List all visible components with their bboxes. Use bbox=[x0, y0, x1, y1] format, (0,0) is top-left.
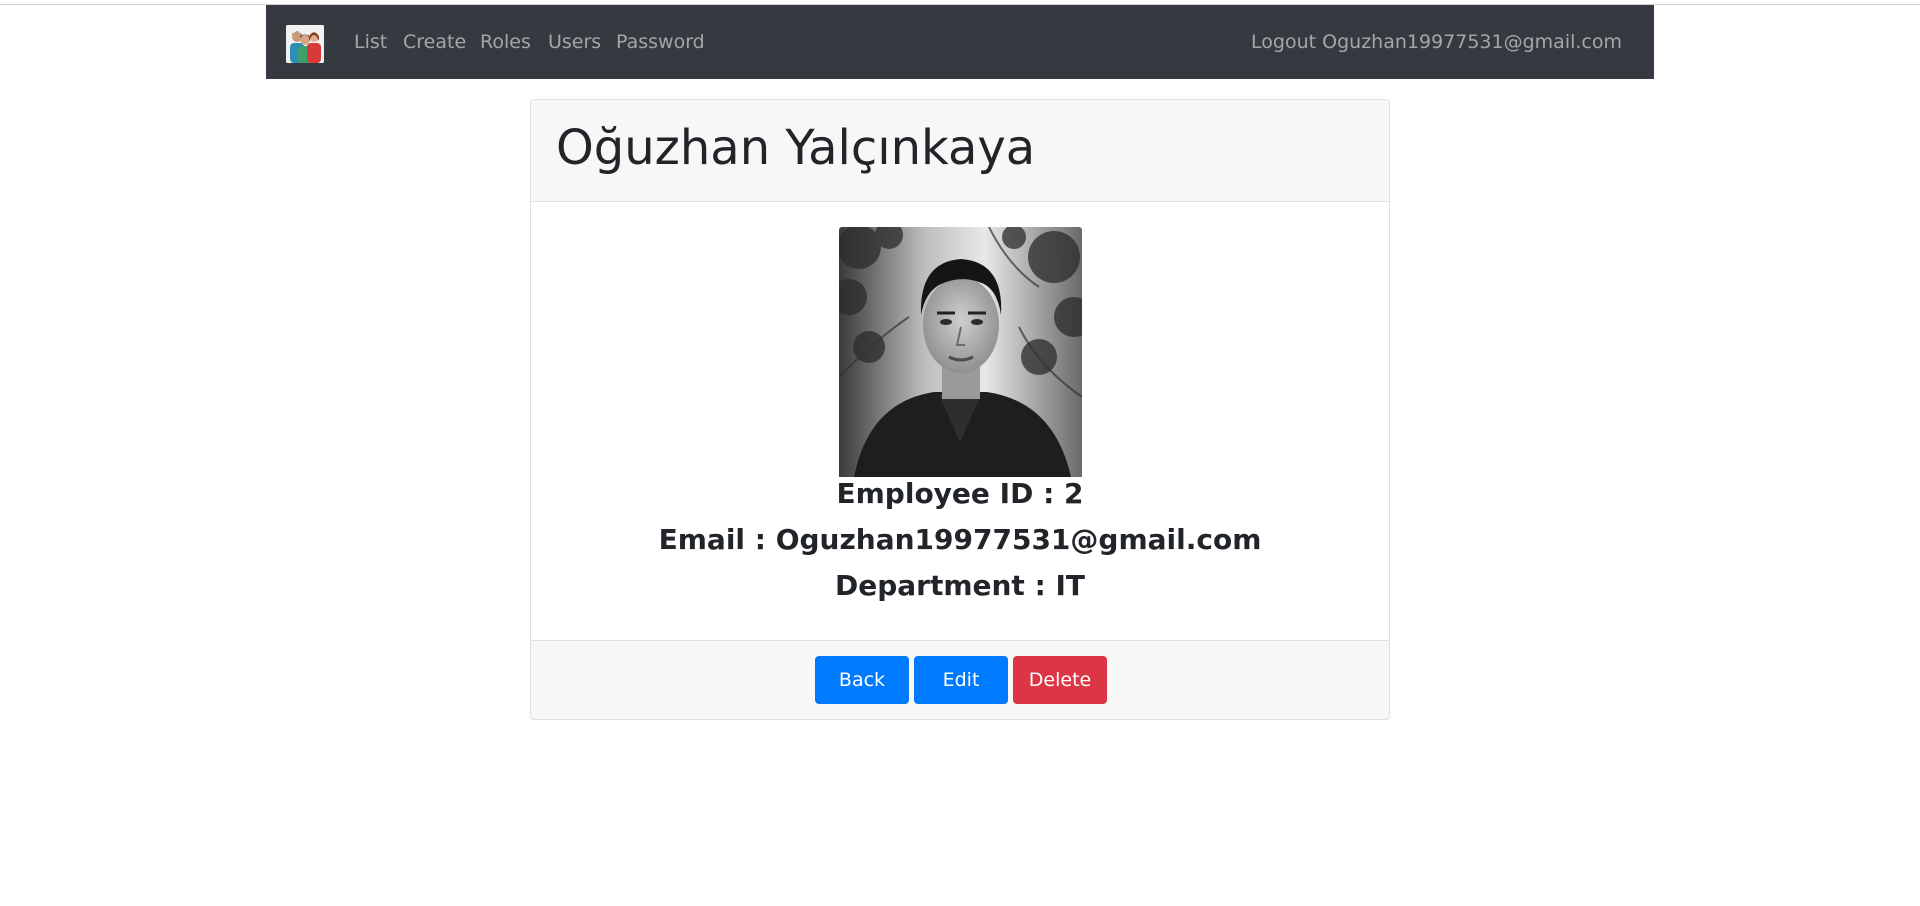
employee-photo bbox=[839, 227, 1082, 477]
employee-details-card: Oğuzhan Yalçınkaya Employee ID: 2 Email… bbox=[530, 99, 1390, 720]
employee-email-text: Email : Oguzhan19977531@gmail.com bbox=[658, 523, 1262, 556]
delete-button[interactable]: Delete bbox=[1013, 656, 1107, 704]
nav-link-roles[interactable]: Roles bbox=[480, 5, 531, 79]
nav-link-list[interactable]: List bbox=[354, 5, 387, 79]
edit-button[interactable]: Edit bbox=[914, 656, 1008, 704]
nav-link-users[interactable]: Users bbox=[548, 5, 601, 79]
employee-department-text: Department : IT bbox=[834, 569, 1086, 602]
card-body: Employee ID : 2 Email : Oguzhan19977531@… bbox=[531, 202, 1389, 640]
card-footer: Back Edit Delete bbox=[531, 640, 1389, 719]
nav-link-password[interactable]: Password bbox=[616, 5, 705, 79]
card-header: Oğuzhan Yalçınkaya bbox=[531, 100, 1389, 202]
logout-link[interactable]: Logout Oguzhan19977531@gmail.com bbox=[1251, 5, 1622, 79]
back-button[interactable]: Back bbox=[815, 656, 909, 704]
employee-id-text: Employee ID : 2 bbox=[836, 477, 1084, 510]
employees-logo-icon[interactable] bbox=[286, 25, 324, 63]
nav-link-create[interactable]: Create bbox=[403, 5, 466, 79]
employee-name: Oğuzhan Yalçınkaya bbox=[556, 120, 1036, 176]
top-navbar: List Create Roles Users Password Logout … bbox=[266, 5, 1654, 79]
